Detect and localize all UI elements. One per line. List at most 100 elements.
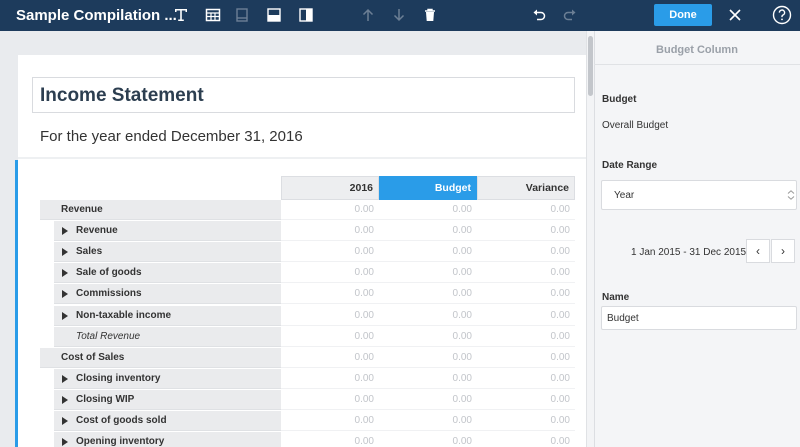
canvas-scroll-thumb[interactable] — [588, 36, 593, 96]
value-cell[interactable]: 0.00 — [281, 242, 379, 262]
value-cell[interactable]: 0.00 — [477, 327, 575, 347]
value-cell[interactable]: 0.00 — [281, 369, 379, 389]
indent-guide — [48, 242, 54, 263]
row-label-text: Opening inventory — [76, 436, 165, 447]
next-period-button[interactable]: › — [771, 239, 795, 263]
expand-arrow-icon[interactable] — [62, 311, 68, 320]
table-icon[interactable] — [204, 6, 222, 24]
value-cell[interactable]: 0.00 — [477, 432, 575, 447]
item-row-label[interactable]: Closing inventory — [54, 369, 281, 389]
value-cell[interactable]: 0.00 — [281, 221, 379, 241]
trash-icon[interactable] — [421, 6, 439, 24]
budget-value: Overall Budget — [602, 120, 669, 131]
split-columns-icon[interactable] — [297, 6, 315, 24]
done-button[interactable]: Done — [654, 4, 712, 26]
row-label-text: Total Revenue — [76, 331, 141, 342]
redo-icon — [561, 6, 579, 24]
expand-arrow-icon[interactable] — [62, 395, 68, 404]
value-cell[interactable]: 0.00 — [379, 284, 477, 304]
value-cell[interactable]: 0.00 — [477, 390, 575, 410]
expand-arrow-icon[interactable] — [62, 226, 68, 235]
value-cell[interactable]: 0.00 — [477, 348, 575, 368]
value-cell[interactable]: 0.00 — [477, 200, 575, 220]
item-row-label[interactable]: Closing WIP — [54, 390, 281, 410]
split-rows-icon[interactable] — [265, 6, 283, 24]
value-cell[interactable]: 0.00 — [379, 369, 477, 389]
value-cell[interactable]: 0.00 — [477, 221, 575, 241]
document-title[interactable]: Sample Compilation ... — [16, 7, 177, 24]
value-cell[interactable]: 0.00 — [281, 390, 379, 410]
expand-arrow-icon[interactable] — [62, 289, 68, 298]
item-row-label[interactable]: Non-taxable income — [54, 306, 281, 326]
close-icon[interactable] — [726, 6, 744, 24]
undo-icon[interactable] — [530, 6, 548, 24]
total-row-label[interactable]: Total Revenue — [54, 327, 281, 347]
item-row-label[interactable]: Opening inventory — [54, 432, 281, 447]
value-cell[interactable]: 0.00 — [477, 306, 575, 326]
item-row-label[interactable]: Commissions — [54, 284, 281, 304]
expand-arrow-icon[interactable] — [62, 416, 68, 425]
value-cell[interactable]: 0.00 — [379, 200, 477, 220]
row-label-text: Sale of goods — [76, 267, 142, 278]
chevron-right-icon: › — [781, 244, 785, 258]
column-header-2016[interactable]: 2016 — [281, 176, 379, 200]
indent-guide — [48, 369, 54, 390]
indent-guide — [48, 411, 54, 432]
value-cell[interactable]: 0.00 — [379, 263, 477, 283]
value-cell[interactable]: 0.00 — [379, 411, 477, 431]
value-cell[interactable]: 0.00 — [379, 390, 477, 410]
value-cell[interactable]: 0.00 — [379, 348, 477, 368]
value-cell[interactable]: 0.00 — [477, 242, 575, 262]
value-cell[interactable]: 0.00 — [379, 221, 477, 241]
value-cell[interactable]: 0.00 — [281, 263, 379, 283]
expand-arrow-icon[interactable] — [62, 268, 68, 277]
report-subtitle[interactable]: For the year ended December 31, 2016 — [40, 128, 303, 145]
name-input[interactable] — [601, 306, 797, 330]
row-label-text: Closing inventory — [76, 373, 161, 384]
row-label-text: Cost of goods sold — [76, 415, 167, 426]
value-cell[interactable]: 0.00 — [281, 327, 379, 347]
previous-period-button[interactable]: ‹ — [746, 239, 770, 263]
column-header-variance[interactable]: Variance — [477, 176, 575, 200]
value-cell[interactable]: 0.00 — [477, 369, 575, 389]
value-cell[interactable]: 0.00 — [477, 263, 575, 283]
item-row-label[interactable]: Cost of goods sold — [54, 411, 281, 431]
date-range-label: Date Range — [602, 160, 658, 171]
value-cell[interactable]: 0.00 — [281, 306, 379, 326]
row-label-text: Cost of Sales — [61, 352, 125, 363]
report-heading: Income Statement — [40, 85, 204, 106]
value-cell[interactable]: 0.00 — [281, 411, 379, 431]
date-range-text: 1 Jan 2015 - 31 Dec 2015 — [631, 247, 747, 258]
name-label: Name — [602, 292, 630, 303]
panel-divider — [594, 64, 800, 65]
value-cell[interactable]: 0.00 — [379, 242, 477, 262]
chevron-left-icon: ‹ — [756, 244, 760, 258]
value-cell[interactable]: 0.00 — [281, 284, 379, 304]
value-cell[interactable]: 0.00 — [379, 432, 477, 447]
row-label-text: Closing WIP — [76, 394, 135, 405]
page-break-icon — [233, 6, 251, 24]
date-range-select[interactable]: Year — [601, 180, 797, 210]
value-cell[interactable]: 0.00 — [281, 348, 379, 368]
value-cell[interactable]: 0.00 — [281, 200, 379, 220]
value-cell[interactable]: 0.00 — [477, 284, 575, 304]
column-header-budget[interactable]: Budget — [379, 176, 477, 200]
value-cell[interactable]: 0.00 — [477, 411, 575, 431]
indent-guide — [48, 221, 54, 242]
help-icon[interactable] — [772, 5, 792, 25]
expand-arrow-icon[interactable] — [62, 374, 68, 383]
item-row-label[interactable]: Revenue — [54, 221, 281, 241]
value-cell[interactable]: 0.00 — [379, 306, 477, 326]
value-cell[interactable]: 0.00 — [379, 327, 477, 347]
expand-arrow-icon[interactable] — [62, 437, 68, 446]
expand-arrow-icon[interactable] — [62, 247, 68, 256]
group-row-label[interactable]: Revenue — [40, 200, 281, 220]
item-row-label[interactable]: Sale of goods — [54, 263, 281, 283]
item-row-label[interactable]: Sales — [54, 242, 281, 262]
indent-guide — [48, 390, 54, 411]
arrow-up-icon — [359, 6, 377, 24]
text-icon[interactable] — [172, 6, 190, 24]
date-range-selected: Year — [614, 189, 635, 201]
group-row-label[interactable]: Cost of Sales — [40, 348, 281, 368]
value-cell[interactable]: 0.00 — [281, 432, 379, 447]
